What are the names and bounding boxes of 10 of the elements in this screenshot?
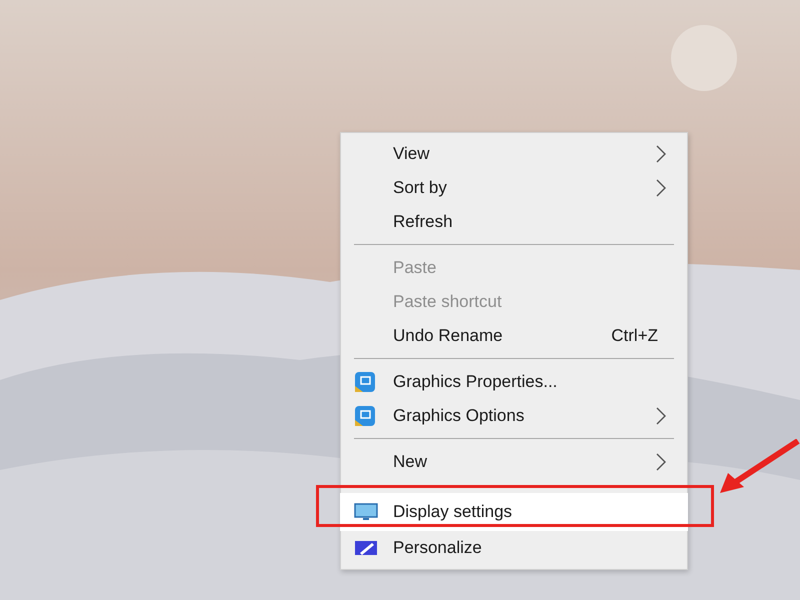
menu-item[interactable]: Graphics Options xyxy=(340,399,688,433)
menu-item[interactable]: Personalize xyxy=(340,531,688,565)
menu-item[interactable]: View xyxy=(340,137,688,171)
menu-item[interactable]: Undo Rename Ctrl+Z xyxy=(340,319,688,353)
menu-item[interactable]: Refresh xyxy=(340,205,688,239)
menu-item[interactable]: Graphics Properties... xyxy=(340,365,688,399)
menu-item[interactable]: New xyxy=(340,445,688,479)
menu-item[interactable]: Sort by xyxy=(340,171,688,205)
shortcut-text: Ctrl+Z xyxy=(611,326,658,346)
menu-item[interactable]: Display settings xyxy=(340,493,688,531)
